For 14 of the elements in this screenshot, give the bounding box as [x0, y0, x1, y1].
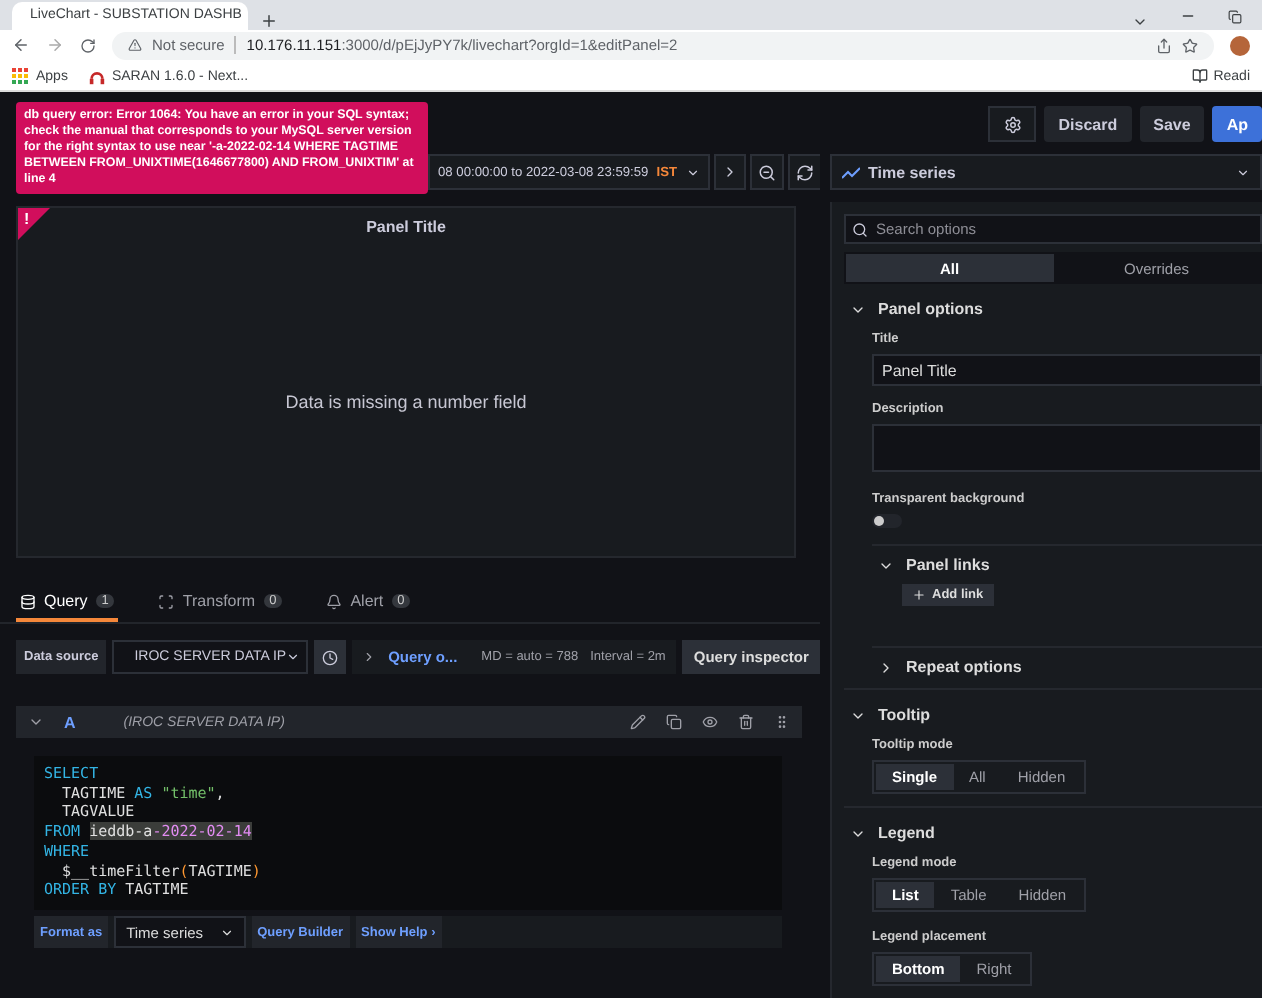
section-title[interactable]: Tooltip — [878, 706, 931, 724]
section-title[interactable]: Legend — [878, 824, 935, 842]
subsection-title[interactable]: Repeat options — [906, 658, 1022, 676]
toolbar-button[interactable]: Save — [1139, 106, 1205, 142]
toolbar-button[interactable]: Ap — [1212, 106, 1262, 142]
error-mark: ! — [24, 210, 30, 228]
title-input[interactable]: Panel Title — [872, 354, 1262, 386]
subsection-title[interactable]: Panel links — [906, 556, 990, 574]
query-ref: A — [64, 713, 76, 731]
panel-message: Data is missing a number field — [285, 392, 527, 412]
toolbar-button[interactable]: Discard — [1044, 106, 1132, 142]
section-title[interactable]: Panel options — [878, 300, 983, 318]
panel-title: Panel Title — [366, 218, 446, 236]
visualization-picker[interactable]: Time series — [830, 154, 1262, 190]
